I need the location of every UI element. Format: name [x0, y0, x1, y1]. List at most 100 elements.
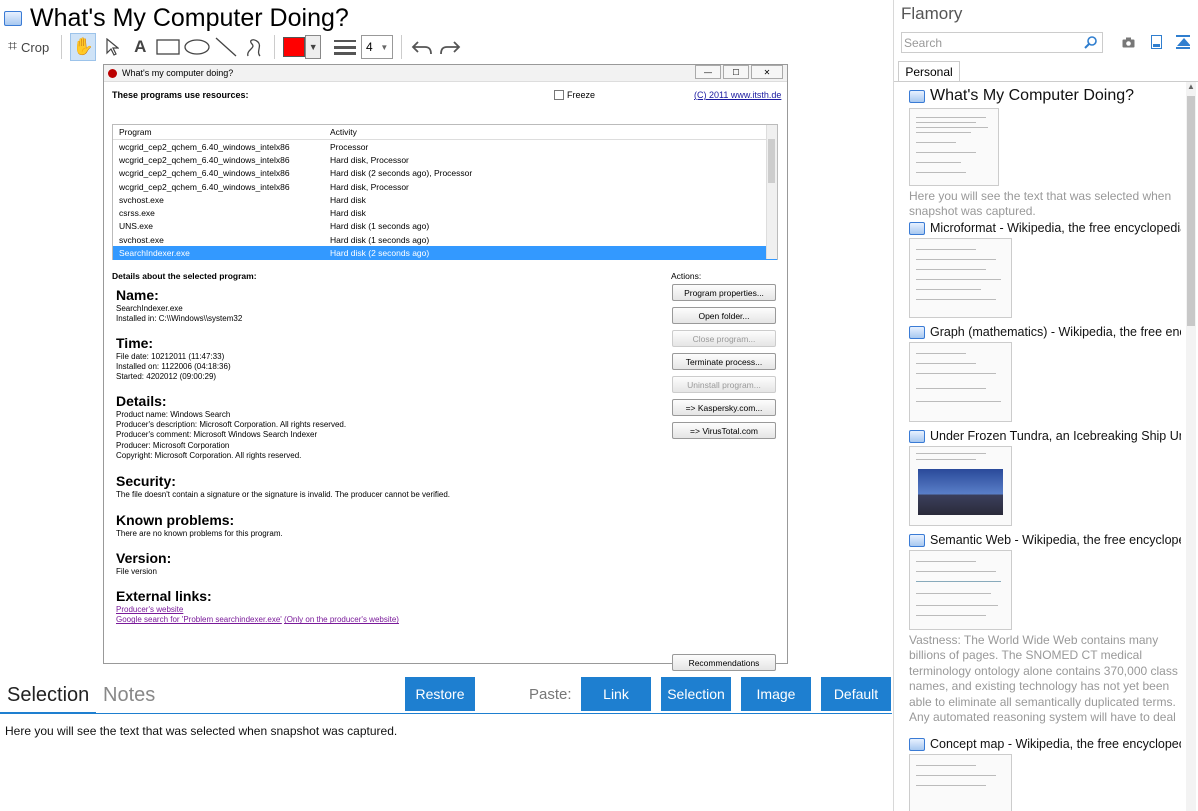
security-line: The file doesn't contain a signature or … [116, 490, 451, 499]
chevron-down-icon: ▼ [380, 42, 389, 52]
snapshot-icon [909, 221, 925, 235]
paste-image-button[interactable]: Image [741, 677, 811, 711]
time-line: File date: 10212011 (11:47:33) [116, 352, 225, 361]
entry-description: Vastness: The World Wide Web contains ma… [909, 633, 1178, 725]
program-row: svchost.exe Hard disk [113, 193, 777, 206]
program-row: csrss.exe Hard disk [113, 206, 777, 219]
page-title: What's My Computer Doing? [30, 3, 349, 32]
rectangle-tool-button[interactable] [156, 34, 180, 60]
ellipse-tool-button[interactable] [184, 34, 210, 60]
details-line: Product name: Windows Search [116, 410, 231, 419]
crop-button[interactable]: ⌗ Crop [4, 34, 53, 60]
thumbnail [909, 342, 1012, 422]
details-line: Producer's comment: Microsoft Windows Se… [116, 430, 318, 440]
select-tool-button[interactable] [100, 34, 124, 60]
line-size-value: 4 [366, 40, 373, 54]
restore-button[interactable]: Restore [405, 677, 475, 711]
search-input[interactable]: Search [901, 32, 1103, 53]
snapshot-icon [909, 533, 925, 547]
line-size-select[interactable]: 4 ▼ [361, 35, 394, 59]
main-panel: What's My Computer Doing? ⌗ Crop ✋ A ▼ 4… [0, 0, 894, 811]
program-name: wcgrid_cep2_qchem_6.40_windows_intelx86 [119, 168, 290, 179]
producer-website-link: Producer's website [116, 605, 184, 614]
rectangle-icon [156, 39, 180, 55]
line-width-icon [333, 34, 357, 60]
collapse-icon[interactable] [1176, 34, 1190, 50]
ellipse-icon [184, 39, 210, 55]
entry-title: Under Frozen Tundra, an Icebreaking Ship… [930, 429, 1181, 443]
tab-notes[interactable]: Notes [103, 684, 155, 707]
virustotal-button: => VirusTotal.com [672, 422, 776, 439]
close-icon: ✕ [751, 65, 783, 79]
entry-title: Graph (mathematics) - Wikipedia, the fre… [930, 325, 1181, 339]
snapshot-icon [909, 429, 925, 443]
uninstall-program-button: Uninstall program... [672, 376, 776, 393]
program-name: svchost.exe [119, 234, 164, 245]
program-name: wcgrid_cep2_qchem_6.40_windows_intelx86 [119, 141, 290, 152]
paste-selection-button[interactable]: Selection [661, 677, 731, 711]
list-item[interactable]: Concept map - Wikipedia, the free encycl… [909, 737, 1181, 811]
tab-selection[interactable]: Selection [7, 684, 89, 707]
column-activity: Activity [330, 127, 357, 137]
thumbnail [909, 446, 1012, 526]
program-row: wcgrid_cep2_qchem_6.40_windows_intelx86 H… [113, 153, 777, 166]
thumbnail [909, 238, 1012, 318]
program-activity: Hard disk (2 seconds ago) [330, 248, 430, 259]
color-picker[interactable]: ▼ [283, 34, 322, 60]
details-section-heading: Details: [116, 393, 167, 409]
program-list: Program Activity wcgrid_cep2_qchem_6.40_… [112, 124, 778, 260]
tabs-divider [0, 713, 892, 714]
resources-heading: These programs use resources: [112, 90, 249, 100]
paste-default-button[interactable]: Default [821, 677, 891, 711]
security-section: Security: The file doesn't contain a sig… [116, 473, 450, 500]
chevron-down-icon: ▼ [305, 35, 322, 59]
close-program-button: Close program... [672, 330, 776, 347]
program-name: UNS.exe [119, 221, 154, 232]
freeze-checkbox: Freeze [554, 90, 595, 100]
program-rows: wcgrid_cep2_qchem_6.40_windows_intelx86 P… [113, 140, 777, 260]
paste-link-button[interactable]: Link [581, 677, 651, 711]
program-activity: Hard disk [330, 208, 366, 219]
scroll-thumb[interactable] [1187, 96, 1195, 326]
minimize-icon: — [695, 65, 721, 79]
window-controls: — ☐ ✕ [695, 65, 783, 79]
scroll-up-icon[interactable]: ▲ [1186, 82, 1196, 91]
details-heading: Details about the selected program: [112, 271, 257, 281]
snapshot-window-title: What's my computer doing? [122, 68, 234, 78]
producer-only-link: (Only on the producer's website) [284, 615, 399, 625]
undo-button[interactable] [410, 34, 434, 60]
time-line: Installed on: 1122006 (04:18:36) [116, 362, 231, 372]
snapshot-image[interactable]: What's my computer doing? — ☐ ✕ These pr… [103, 64, 788, 671]
program-activity: Hard disk (1 seconds ago) [330, 234, 430, 245]
list-item[interactable]: Graph (mathematics) - Wikipedia, the fre… [909, 325, 1181, 422]
tab-personal[interactable]: Personal [898, 61, 960, 82]
freehand-tool-button[interactable] [242, 34, 266, 60]
list-item[interactable]: What's My Computer Doing? Here you will … [909, 87, 1181, 220]
color-swatch [283, 37, 306, 57]
open-folder-button: Open folder... [672, 307, 776, 324]
pointer-icon [106, 38, 120, 56]
copyright-link: (C) 2011 www.itsth.de [694, 90, 782, 100]
line-tool-button[interactable] [214, 34, 238, 60]
details-line: Copyright: Microsoft Corporation. All ri… [116, 450, 302, 460]
text-tool-button[interactable]: A [128, 34, 152, 60]
selection-text[interactable]: Here you will see the text that was sele… [5, 724, 397, 738]
undo-icon [411, 41, 433, 55]
hand-tool-button[interactable]: ✋ [70, 33, 97, 61]
camera-icon[interactable] [1121, 34, 1135, 50]
redo-button[interactable] [438, 34, 462, 60]
sidebar-scrollbar[interactable]: ▲ [1186, 82, 1196, 811]
snapshot-icon [909, 325, 925, 339]
list-item[interactable]: Microformat - Wikipedia, the free encycl… [909, 221, 1181, 318]
list-item[interactable]: Under Frozen Tundra, an Icebreaking Ship… [909, 429, 1181, 526]
program-name: csrss.exe [119, 208, 155, 219]
search-icon[interactable] [1084, 35, 1098, 49]
list-item[interactable]: Semantic Web - Wikipedia, the free encyc… [909, 533, 1181, 725]
thumbnail [909, 754, 1012, 811]
kaspersky-button: => Kaspersky.com... [672, 399, 776, 416]
text-icon: A [134, 37, 147, 56]
document-icon[interactable] [1149, 34, 1163, 50]
maximize-icon: ☐ [723, 65, 749, 79]
program-activity: Hard disk, Processor [330, 181, 409, 192]
program-row: SearchIndexer.exe Hard disk (2 seconds ag… [113, 246, 777, 260]
